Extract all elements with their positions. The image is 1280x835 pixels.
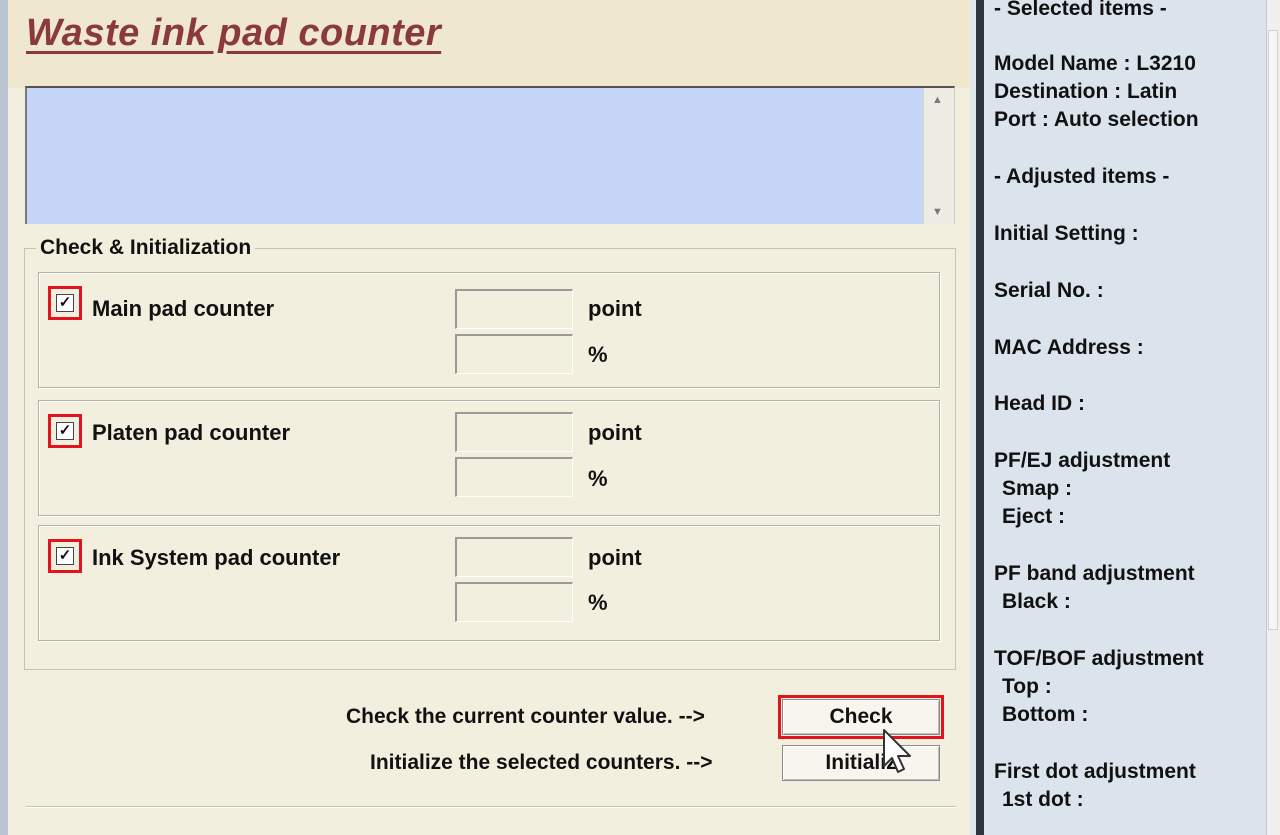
page-title: Waste ink pad counter <box>26 12 442 54</box>
first-dot-value: 1st dot : <box>1002 788 1084 811</box>
tof-bof-adjustment: TOF/BOF adjustment <box>994 647 1204 670</box>
platen-pad-checkbox-highlight: ✓ <box>48 414 82 448</box>
main-pad-checkbox[interactable]: ✓ <box>56 294 74 312</box>
scroll-down-icon[interactable]: ▼ <box>932 206 943 218</box>
main-pad-point-unit: point <box>588 296 642 321</box>
mac-address: MAC Address : <box>994 336 1144 359</box>
main-pad-percent-unit: % <box>588 342 608 367</box>
bottom-divider <box>26 806 956 808</box>
scroll-up-icon[interactable]: ▲ <box>932 94 943 106</box>
initialize-button[interactable]: Initializ <box>782 745 940 781</box>
platen-pad-point-unit: point <box>588 420 642 445</box>
head-id: Head ID : <box>994 392 1086 415</box>
group-label: Check & Initialization <box>36 236 256 260</box>
ink-system-pad-percent-unit: % <box>588 590 608 615</box>
eject: Eject : <box>1002 505 1066 528</box>
ink-system-pad-checkbox[interactable]: ✓ <box>56 547 74 565</box>
main-panel: Waste ink pad counter ▲ ▼ Check & Initia… <box>0 0 978 835</box>
main-pad-checkbox-highlight: ✓ <box>48 286 82 320</box>
platen-pad-checkbox[interactable]: ✓ <box>56 422 74 440</box>
status-log-box[interactable]: ▲ ▼ <box>25 86 955 224</box>
side-scrollbar-thumb[interactable] <box>1268 30 1278 630</box>
main-pad-point-field[interactable] <box>455 289 573 329</box>
selected-items-header: - Selected items - <box>994 0 1167 20</box>
window-divider-shadow <box>976 0 984 835</box>
adjusted-items-header: - Adjusted items - <box>994 165 1170 188</box>
pf-ej-adjustment: PF/EJ adjustment <box>994 449 1171 472</box>
serial-no: Serial No. : <box>994 279 1104 302</box>
platen-pad-percent-field[interactable] <box>455 457 573 497</box>
main-pad-percent-field[interactable] <box>455 334 573 374</box>
platen-pad-percent-unit: % <box>588 466 608 491</box>
model-name: Model Name : L3210 <box>994 52 1196 75</box>
black: Black : <box>1002 590 1071 613</box>
pf-band-adjustment: PF band adjustment <box>994 562 1195 585</box>
ink-system-pad-checkbox-highlight: ✓ <box>48 539 82 573</box>
ink-system-pad-label: Ink System pad counter <box>92 545 341 570</box>
main-pad-label: Main pad counter <box>92 296 275 321</box>
top: Top : <box>1002 675 1052 698</box>
bottom: Bottom : <box>1002 703 1089 726</box>
ink-system-pad-point-unit: point <box>588 545 642 570</box>
check-hint: Check the current counter value. --> <box>346 705 705 728</box>
platen-pad-point-field[interactable] <box>455 412 573 452</box>
port: Port : Auto selection <box>994 108 1199 131</box>
destination: Destination : Latin <box>994 80 1178 103</box>
log-scrollbar[interactable]: ▲ ▼ <box>923 88 954 224</box>
mouse-cursor-icon <box>883 729 911 773</box>
initial-setting: Initial Setting : <box>994 222 1139 245</box>
window-edge <box>0 0 8 835</box>
ink-system-pad-percent-field[interactable] <box>455 582 573 622</box>
initialize-hint: Initialize the selected counters. --> <box>370 751 713 774</box>
smap: Smap : <box>1002 477 1073 500</box>
check-button[interactable]: Check <box>778 695 944 739</box>
ink-system-pad-point-field[interactable] <box>455 537 573 577</box>
first-dot-adjustment: First dot adjustment <box>994 760 1196 783</box>
platen-pad-label: Platen pad counter <box>92 420 291 445</box>
